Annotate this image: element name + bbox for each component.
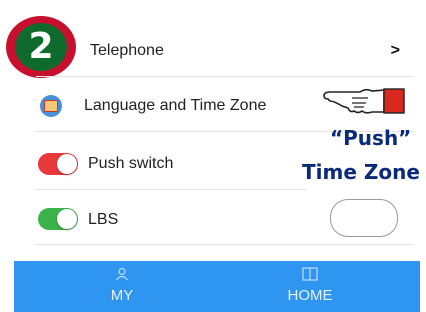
lbs-switch[interactable] (330, 199, 398, 237)
pointing-hand-icon (323, 88, 405, 114)
tab-my[interactable]: MY (62, 261, 182, 312)
toggle-knob (57, 209, 77, 229)
annotation-line2: Time Zone (302, 160, 420, 184)
row-divider (36, 244, 414, 245)
lbs-toggle[interactable] (38, 208, 78, 230)
toggle-knob (57, 154, 77, 174)
annotation-line1: “Push” (330, 126, 412, 150)
step-number-badge: 2 (6, 16, 76, 78)
step-number-badge-inner: 2 (15, 23, 67, 71)
tab-my-label: MY (110, 287, 134, 304)
tab-home[interactable]: HOME (250, 261, 370, 312)
row-divider (36, 76, 414, 77)
telephone-label: Telephone (90, 42, 164, 59)
person-icon (62, 267, 182, 283)
step-number: 2 (28, 26, 54, 67)
push-toggle[interactable] (38, 153, 78, 175)
language-icon (40, 95, 62, 117)
book-icon (250, 267, 370, 283)
tab-home-label: HOME (287, 287, 333, 304)
chevron-right-icon: > (390, 42, 400, 59)
lbs-label: LBS (88, 211, 119, 228)
bottom-tab-bar: MY HOME (14, 261, 420, 312)
push-label: Push switch (88, 155, 174, 172)
language-label: Language and Time Zone (84, 97, 267, 114)
row-divider (36, 189, 306, 190)
